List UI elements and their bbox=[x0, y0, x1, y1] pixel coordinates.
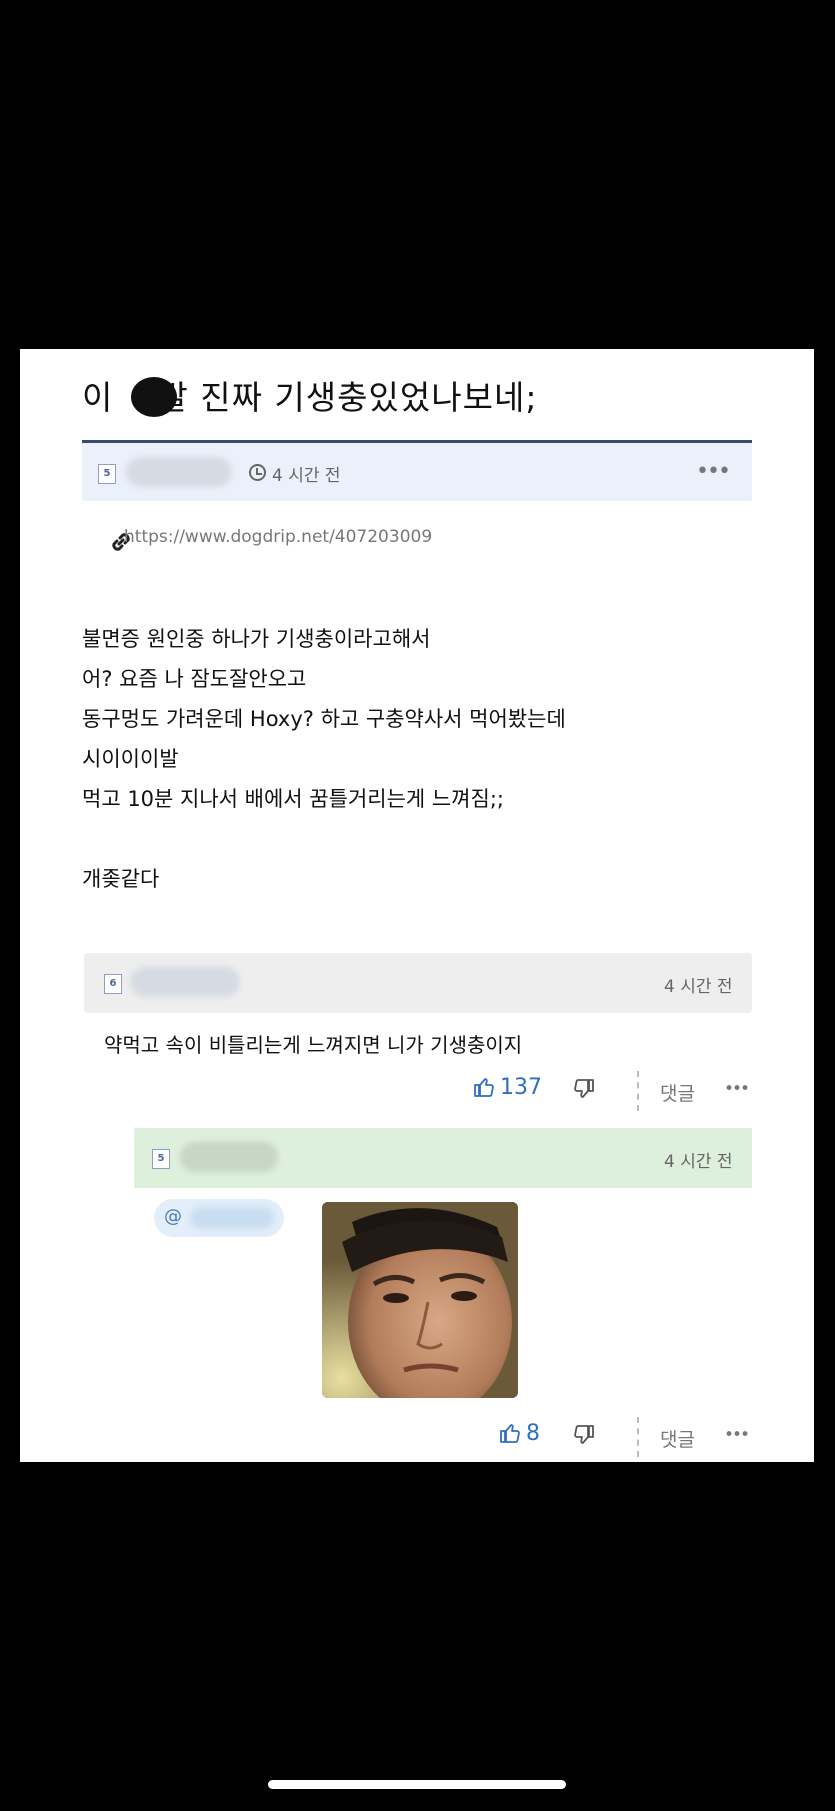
action-divider bbox=[637, 1071, 639, 1111]
reply-comment-header: 5 4 시간 전 bbox=[134, 1128, 752, 1188]
mention-name-blurred bbox=[190, 1207, 274, 1229]
body-line: 어? 요즘 나 잠도잘안오고 bbox=[82, 667, 307, 691]
mention-at-sign: @ bbox=[164, 1206, 182, 1227]
reply-button[interactable]: 댓글 bbox=[660, 1079, 695, 1106]
post-body: 불면증 원인중 하나가 기생충이라고해서 어? 요즘 나 잠도잘안오고 동구멍도… bbox=[82, 619, 566, 899]
post-time: 4 시간 전 bbox=[272, 466, 341, 486]
like-count: 137 bbox=[500, 1075, 542, 1100]
commenter-level-badge: 5 bbox=[152, 1149, 170, 1169]
post-sheet: 이 발 진짜 기생충있었나보네; 5 4 시간 전 ••• https://www… bbox=[20, 349, 814, 1462]
mention-tag[interactable]: @ bbox=[154, 1199, 284, 1237]
comment-header: 6 4 시간 전 bbox=[84, 953, 752, 1013]
more-icon[interactable]: ••• bbox=[724, 1427, 750, 1444]
thumbs-down-icon[interactable] bbox=[572, 1423, 596, 1447]
clock-icon bbox=[249, 464, 266, 481]
body-line bbox=[82, 819, 566, 859]
body-line: 시이이이발 bbox=[82, 747, 179, 771]
body-line: 동구멍도 가려운데 Hoxy? 하고 구충약사서 먹어봤는데 bbox=[82, 707, 566, 731]
reply-button[interactable]: 댓글 bbox=[660, 1425, 695, 1452]
title-rest: 발 진짜 기생충있었나보네; bbox=[157, 378, 538, 417]
comment-time: 4 시간 전 bbox=[664, 977, 733, 997]
commenter-name-blurred[interactable] bbox=[130, 967, 240, 997]
thumbs-up-icon[interactable] bbox=[498, 1421, 522, 1445]
author-name-blurred[interactable] bbox=[126, 457, 232, 487]
commenter-level-badge: 6 bbox=[104, 974, 122, 994]
comment-time: 4 시간 전 bbox=[664, 1152, 733, 1172]
action-divider bbox=[637, 1417, 639, 1457]
post-author-bar: 5 4 시간 전 ••• bbox=[82, 443, 752, 501]
home-indicator[interactable] bbox=[268, 1780, 566, 1789]
comment-text: 약먹고 속이 비틀리는게 느껴지면 니가 기생충이지 bbox=[104, 1033, 523, 1057]
commenter-name-blurred[interactable] bbox=[180, 1142, 278, 1172]
more-icon[interactable]: ••• bbox=[724, 1081, 750, 1098]
author-level-badge: 5 bbox=[98, 464, 116, 484]
like-count: 8 bbox=[526, 1421, 540, 1446]
body-line: 개좆같다 bbox=[82, 867, 160, 891]
title-redaction-mark bbox=[131, 377, 177, 417]
thumbs-down-icon[interactable] bbox=[572, 1077, 596, 1101]
thumbs-up-icon[interactable] bbox=[472, 1075, 496, 1099]
avatar-face-image bbox=[322, 1202, 518, 1398]
body-line: 불면증 원인중 하나가 기생충이라고해서 bbox=[82, 627, 431, 651]
body-line: 먹고 10분 지나서 배에서 꿈틀거리는게 느껴짐;; bbox=[82, 787, 505, 811]
post-url[interactable]: https://www.dogdrip.net/407203009 bbox=[124, 527, 432, 547]
title-prefix: 이 bbox=[82, 378, 114, 417]
more-icon[interactable]: ••• bbox=[696, 461, 731, 483]
